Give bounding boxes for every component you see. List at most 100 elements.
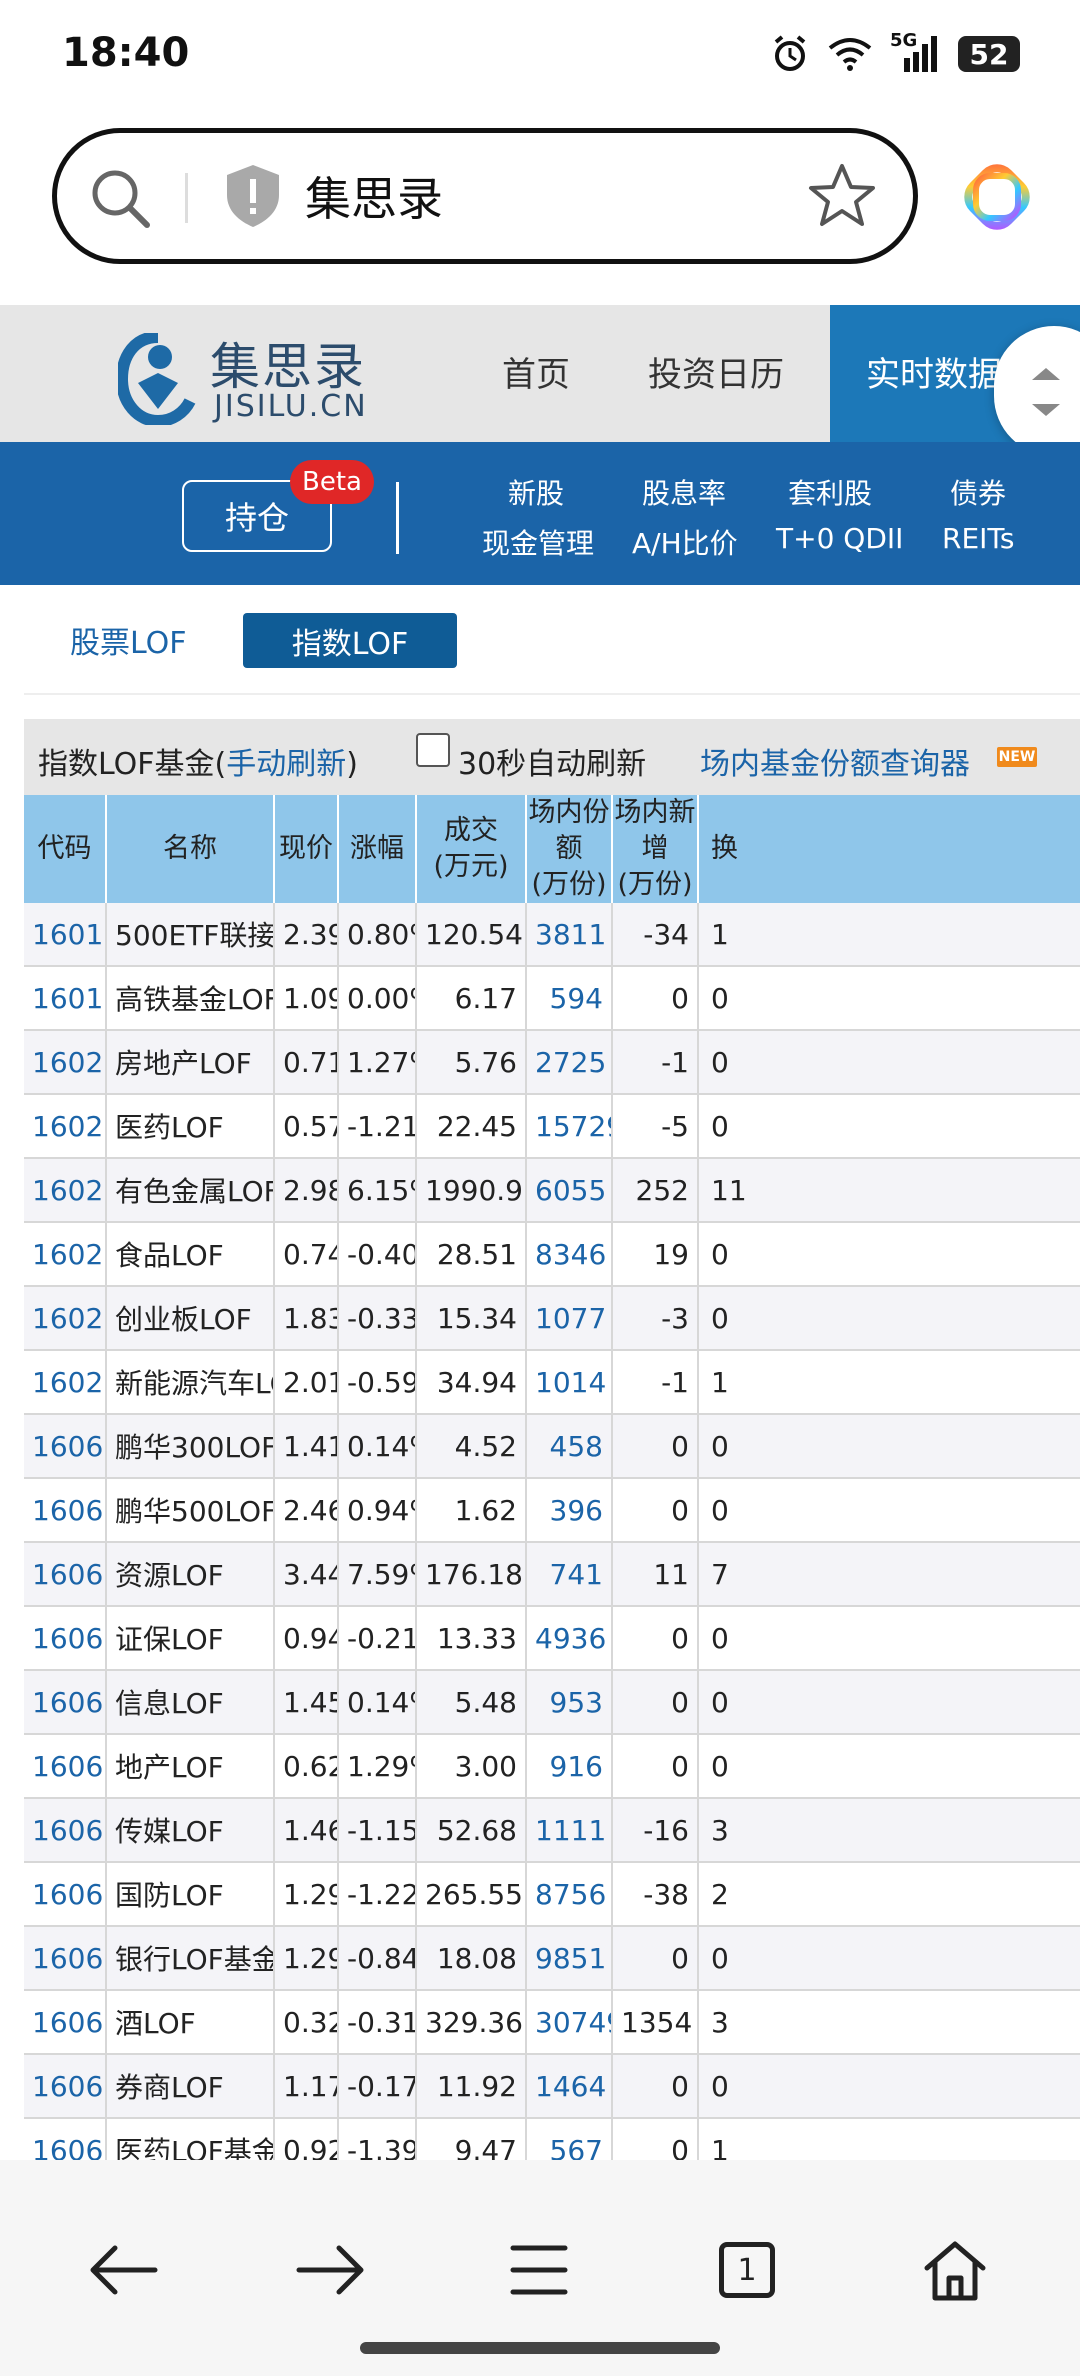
table-row[interactable]: 160629传媒LOF1.465-1.15%52.681111-163 — [24, 1798, 1080, 1863]
fund-shares-link[interactable]: 9851 — [526, 1926, 613, 1991]
site-logo[interactable]: 集思录 JISILU.CN — [118, 325, 378, 425]
subnav-bonds[interactable]: 债券 — [950, 472, 1006, 512]
search-icon[interactable] — [87, 165, 157, 235]
fund-shares-link[interactable]: 458 — [526, 1414, 613, 1479]
tab-index-lof[interactable]: 指数LOF — [243, 613, 457, 668]
fund-shares-link[interactable]: 8346 — [526, 1222, 613, 1287]
table-row[interactable]: 160221有色金属LOF2.9886.15%1990.93605525211 — [24, 1158, 1080, 1223]
col-volume[interactable]: 成交 (万元) — [416, 795, 527, 903]
fund-code-link[interactable]: 160628 — [24, 1734, 107, 1799]
table-row[interactable]: 160620资源LOF3.4467.59%176.18741117 — [24, 1542, 1080, 1607]
fund-code-link[interactable]: 160225 — [24, 1350, 107, 1415]
fund-code-link[interactable]: 160119 — [24, 903, 107, 967]
subnav-ipo[interactable]: 新股 — [508, 472, 564, 512]
col-added[interactable]: 场内新增 (万份) — [612, 795, 699, 903]
auto-refresh-label[interactable]: 30秒自动刷新 — [458, 739, 646, 783]
fund-shares-link[interactable]: 2725 — [526, 1030, 613, 1095]
table-row[interactable]: 160632酒LOF0.321-0.31%329.363074913543 — [24, 1990, 1080, 2055]
fund-shares-link[interactable]: 916 — [526, 1734, 613, 1799]
home-button[interactable] — [900, 2215, 1010, 2325]
manual-refresh-link[interactable]: 手动刷新 — [226, 747, 346, 782]
table-row[interactable]: 160616鹏华500LOF2.4680.94%1.6239600 — [24, 1478, 1080, 1543]
fund-shares-link[interactable]: 4936 — [526, 1606, 613, 1671]
tab-stock-lof[interactable]: 股票LOF — [70, 618, 187, 662]
fund-shares-link[interactable]: 1464 — [526, 2054, 613, 2119]
tabs-button[interactable]: 1 — [692, 2215, 802, 2325]
subnav-t0-qdii[interactable]: T+0 QDII — [776, 522, 903, 555]
col-turnover[interactable]: 换 — [698, 795, 1080, 903]
subnav-dividend[interactable]: 股息率 — [642, 472, 726, 512]
table-row[interactable]: 160219医药LOF0.573-1.21%22.4515729-50 — [24, 1094, 1080, 1159]
fund-code-link[interactable]: 160625 — [24, 1606, 107, 1671]
fund-code-link[interactable]: 160219 — [24, 1094, 107, 1159]
auto-refresh-checkbox[interactable] — [416, 733, 450, 767]
fund-code-link[interactable]: 160626 — [24, 1670, 107, 1735]
fund-code-link[interactable]: 160615 — [24, 1414, 107, 1479]
fund-shares-link[interactable]: 953 — [526, 1670, 613, 1735]
fund-code-link[interactable]: 160633 — [24, 2054, 107, 2119]
fund-shares-link[interactable]: 3811 — [526, 903, 613, 967]
gesture-home-bar[interactable] — [360, 2342, 720, 2354]
fund-code-link[interactable]: 160631 — [24, 1926, 107, 1991]
table-row[interactable]: 160633券商LOF1.177-0.17%11.92146400 — [24, 2054, 1080, 2119]
home-icon — [924, 2241, 986, 2301]
subnav-ah-ratio[interactable]: A/H比价 — [632, 522, 738, 562]
table-row[interactable]: 160615鹏华300LOF1.4120.14%4.5245800 — [24, 1414, 1080, 1479]
nav-calendar[interactable]: 投资日历 — [648, 347, 784, 396]
fund-shares-link[interactable]: 15729 — [526, 1094, 613, 1159]
fund-shares-link[interactable]: 396 — [526, 1478, 613, 1543]
table-row[interactable]: 160135高铁基金LOF1.0910.00%6.1759400 — [24, 966, 1080, 1031]
fund-code-link[interactable]: 160616 — [24, 1478, 107, 1543]
fund-code-link[interactable]: 160630 — [24, 1862, 107, 1927]
fund-code-link[interactable]: 160635 — [24, 2118, 107, 2160]
fund-code-link[interactable]: 160632 — [24, 1990, 107, 2055]
address-bar[interactable]: 集思录 — [52, 128, 918, 264]
back-button[interactable] — [68, 2215, 178, 2325]
fund-code-link[interactable]: 160629 — [24, 1798, 107, 1863]
nav-home[interactable]: 首页 — [502, 347, 570, 396]
subnav-cash[interactable]: 现金管理 — [482, 522, 594, 562]
subnav-reits[interactable]: REITs — [942, 522, 1014, 555]
fund-shares-link[interactable]: 6055 — [526, 1158, 613, 1223]
browser-app-icon[interactable] — [962, 162, 1032, 232]
subnav-arbitrage[interactable]: 套利股 — [788, 472, 872, 512]
forward-button[interactable] — [276, 2215, 386, 2325]
shield-warning-icon[interactable] — [223, 163, 283, 229]
fund-shares-added: 0 — [612, 1606, 699, 1671]
menu-button[interactable] — [484, 2215, 594, 2325]
fund-code-link[interactable]: 160221 — [24, 1158, 107, 1223]
fund-shares-link[interactable]: 8756 — [526, 1862, 613, 1927]
fund-shares-link[interactable]: 1111 — [526, 1798, 613, 1863]
col-code[interactable]: 代码 — [24, 795, 107, 903]
fund-shares-link[interactable]: 741 — [526, 1542, 613, 1607]
table-row[interactable]: 160222食品LOF0.749-0.40%28.518346190 — [24, 1222, 1080, 1287]
table-row[interactable]: 160225新能源汽车LOF2.015-0.59%34.941014-11 — [24, 1350, 1080, 1415]
table-row[interactable]: 160223创业板LOF1.833-0.33%15.341077-30 — [24, 1286, 1080, 1351]
fund-shares-link[interactable]: 1077 — [526, 1286, 613, 1351]
table-row[interactable]: 160626信息LOF1.4530.14%5.4895300 — [24, 1670, 1080, 1735]
fund-code-link[interactable]: 160218 — [24, 1030, 107, 1095]
fund-code-link[interactable]: 160222 — [24, 1222, 107, 1287]
table-row[interactable]: 160119500ETF联接LOF2.3900.80%120.543811-34… — [24, 903, 1080, 967]
table-row[interactable]: 160631银行LOF基金1.296-0.84%18.08985100 — [24, 1926, 1080, 1991]
table-row[interactable]: 160630国防LOF1.295-1.22%265.558756-382 — [24, 1862, 1080, 1927]
fund-shares-link[interactable]: 1014 — [526, 1350, 613, 1415]
table-row[interactable]: 160628地产LOF0.6261.29%3.0091600 — [24, 1734, 1080, 1799]
fund-code-link[interactable]: 160223 — [24, 1286, 107, 1351]
table-row[interactable]: 160625证保LOF0.947-0.21%13.33493600 — [24, 1606, 1080, 1671]
table-row[interactable]: 160218房地产LOF0.7181.27%5.762725-10 — [24, 1030, 1080, 1095]
fund-shares-link[interactable]: 594 — [526, 966, 613, 1031]
col-price[interactable]: 现价 — [274, 795, 339, 903]
address-title[interactable]: 集思录 — [305, 163, 443, 229]
fund-code-link[interactable]: 160620 — [24, 1542, 107, 1607]
fund-code-link[interactable]: 160135 — [24, 966, 107, 1031]
fund-share-query-link[interactable]: 场内基金份额查询器 — [700, 739, 970, 783]
col-change[interactable]: 涨幅 — [338, 795, 417, 903]
table-row[interactable]: 160635医药LOF基金0.920-1.39%9.4756701 — [24, 2118, 1080, 2160]
fund-shares-link[interactable]: 30749 — [526, 1990, 613, 2055]
bookmark-star-icon[interactable] — [807, 161, 877, 231]
lof-table-container[interactable]: 代码 名称 现价 涨幅 成交 (万元) 场内份额 (万份) 场内新增 (万份) 换 1… — [24, 795, 1080, 2160]
col-name[interactable]: 名称 — [106, 795, 275, 903]
col-shares[interactable]: 场内份额 (万份) — [526, 795, 613, 903]
fund-shares-link[interactable]: 567 — [526, 2118, 613, 2160]
